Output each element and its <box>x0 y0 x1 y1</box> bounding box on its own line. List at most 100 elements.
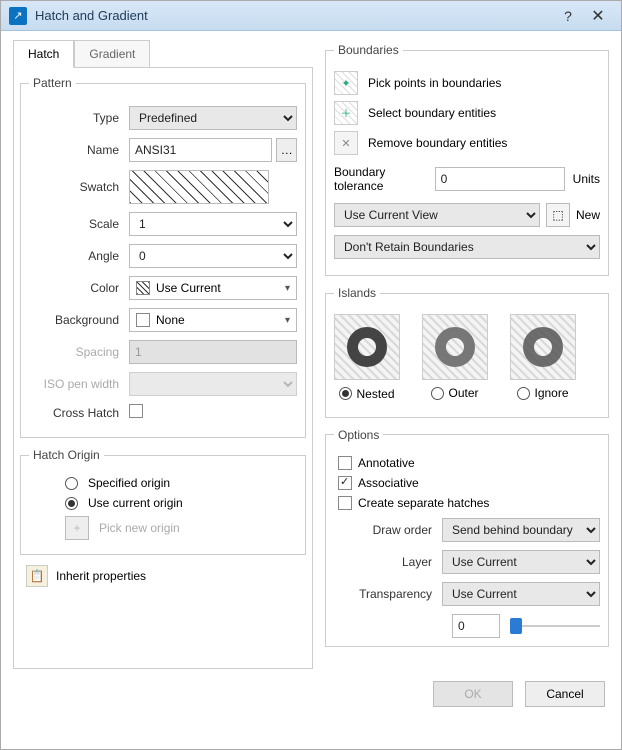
options-group: Options Annotative Associative Create se… <box>325 428 609 647</box>
ok-button: OK <box>433 681 513 707</box>
slider-track <box>510 625 600 627</box>
radio-icon <box>65 497 78 510</box>
select-entities-label: Select boundary entities <box>368 106 496 120</box>
origin-group: Hatch Origin Specified origin Use curren… <box>20 448 306 555</box>
crosshair-icon: + <box>65 516 89 540</box>
help-button[interactable]: ? <box>553 8 583 24</box>
radio-icon <box>431 387 444 400</box>
ignore-preview <box>510 314 576 380</box>
color-label: Color <box>29 281 129 295</box>
chevron-down-icon: ▾ <box>285 283 290 294</box>
islands-legend: Islands <box>334 286 380 300</box>
angle-label: Angle <box>29 249 129 263</box>
inherit-label: Inherit properties <box>56 569 146 583</box>
transparency-label: Transparency <box>334 587 442 601</box>
name-label: Name <box>29 143 129 157</box>
type-label: Type <box>29 111 129 125</box>
scale-select[interactable]: 1 <box>129 212 297 236</box>
outer-label: Outer <box>448 386 478 400</box>
ignore-radio[interactable]: Ignore <box>517 386 568 400</box>
annotative-label: Annotative <box>358 456 415 470</box>
slider-thumb[interactable] <box>510 618 522 634</box>
name-browse-button[interactable]: … <box>276 138 297 162</box>
tab-gradient[interactable]: Gradient <box>74 40 150 68</box>
spacing-label: Spacing <box>29 345 129 359</box>
annotative-checkbox[interactable]: Annotative <box>338 456 600 470</box>
checkbox-icon <box>338 476 352 490</box>
swatch-label: Swatch <box>29 180 129 194</box>
transparency-select[interactable]: Use Current <box>442 582 600 606</box>
tab-hatch[interactable]: Hatch <box>13 40 74 68</box>
new-label: New <box>576 208 600 222</box>
ignore-label: Ignore <box>534 386 568 400</box>
pick-origin-label: Pick new origin <box>99 521 180 535</box>
outer-radio[interactable]: Outer <box>431 386 478 400</box>
cancel-button[interactable]: Cancel <box>525 681 605 707</box>
select-entities-button[interactable]: ＋ Select boundary entities <box>334 101 600 125</box>
nested-label: Nested <box>356 387 394 401</box>
checkbox-icon <box>338 456 352 470</box>
pick-origin-button: + Pick new origin <box>65 516 297 540</box>
units-label: Units <box>573 172 600 186</box>
hatch-swatch-icon <box>136 281 150 295</box>
options-legend: Options <box>334 428 383 442</box>
crosshatch-label: Cross Hatch <box>29 406 129 420</box>
close-button[interactable]: ✕ <box>583 6 613 26</box>
crosshatch-checkbox[interactable] <box>129 404 143 418</box>
associative-checkbox[interactable]: Associative <box>338 476 600 490</box>
inherit-icon: 📋 <box>26 565 48 587</box>
outer-preview <box>422 314 488 380</box>
isopen-label: ISO pen width <box>29 377 129 391</box>
none-swatch-icon <box>136 313 150 327</box>
color-value: Use Current <box>156 281 221 295</box>
select-entities-icon: ＋ <box>334 101 358 125</box>
window-title: Hatch and Gradient <box>35 8 553 23</box>
background-label: Background <box>29 313 129 327</box>
transparency-slider[interactable] <box>510 616 600 636</box>
pick-points-label: Pick points in boundaries <box>368 76 501 90</box>
background-value: None <box>156 313 185 327</box>
pattern-group: Pattern Type Predefined Name … Swatch <box>20 76 306 438</box>
radio-icon <box>65 477 78 490</box>
background-select[interactable]: None ▾ <box>129 308 297 332</box>
remove-entities-label: Remove boundary entities <box>368 136 507 150</box>
cursor-icon: ⬚ <box>552 208 563 222</box>
current-origin-label: Use current origin <box>88 496 183 510</box>
transparency-value-input[interactable] <box>452 614 500 638</box>
tolerance-input[interactable] <box>435 167 565 191</box>
separate-checkbox[interactable]: Create separate hatches <box>338 496 600 510</box>
layer-select[interactable]: Use Current <box>442 550 600 574</box>
isopen-select <box>129 372 297 396</box>
current-origin-radio[interactable]: Use current origin <box>65 496 297 510</box>
islands-group: Islands Nested Outer Ignore <box>325 286 609 418</box>
origin-legend: Hatch Origin <box>29 448 104 462</box>
nested-radio[interactable]: Nested <box>339 387 394 401</box>
new-boundary-set-button[interactable]: ⬚ <box>546 203 570 227</box>
draworder-select[interactable]: Send behind boundary <box>442 518 600 542</box>
type-select[interactable]: Predefined <box>129 106 297 130</box>
specified-origin-radio[interactable]: Specified origin <box>65 476 297 490</box>
pattern-legend: Pattern <box>29 76 76 90</box>
draworder-label: Draw order <box>334 523 442 537</box>
retain-select[interactable]: Don't Retain Boundaries <box>334 235 600 259</box>
name-input[interactable] <box>129 138 272 162</box>
angle-select[interactable]: 0 <box>129 244 297 268</box>
color-select[interactable]: Use Current ▾ <box>129 276 297 300</box>
layer-label: Layer <box>334 555 442 569</box>
swatch-preview[interactable] <box>129 170 269 204</box>
app-icon: ↗ <box>9 7 27 25</box>
associative-label: Associative <box>358 476 419 490</box>
tolerance-label: Boundary tolerance <box>334 165 427 193</box>
boundary-set-select[interactable]: Use Current View <box>334 203 540 227</box>
radio-icon <box>517 387 530 400</box>
pick-points-button[interactable]: ✦ Pick points in boundaries <box>334 71 600 95</box>
chevron-down-icon: ▾ <box>285 315 290 326</box>
spacing-input <box>129 340 297 364</box>
boundaries-group: Boundaries ✦ Pick points in boundaries ＋… <box>325 43 609 276</box>
boundaries-legend: Boundaries <box>334 43 403 57</box>
remove-entities-button[interactable]: ✕ Remove boundary entities <box>334 131 600 155</box>
checkbox-icon <box>338 496 352 510</box>
inherit-button[interactable]: 📋 Inherit properties <box>26 565 306 587</box>
scale-label: Scale <box>29 217 129 231</box>
pick-points-icon: ✦ <box>334 71 358 95</box>
